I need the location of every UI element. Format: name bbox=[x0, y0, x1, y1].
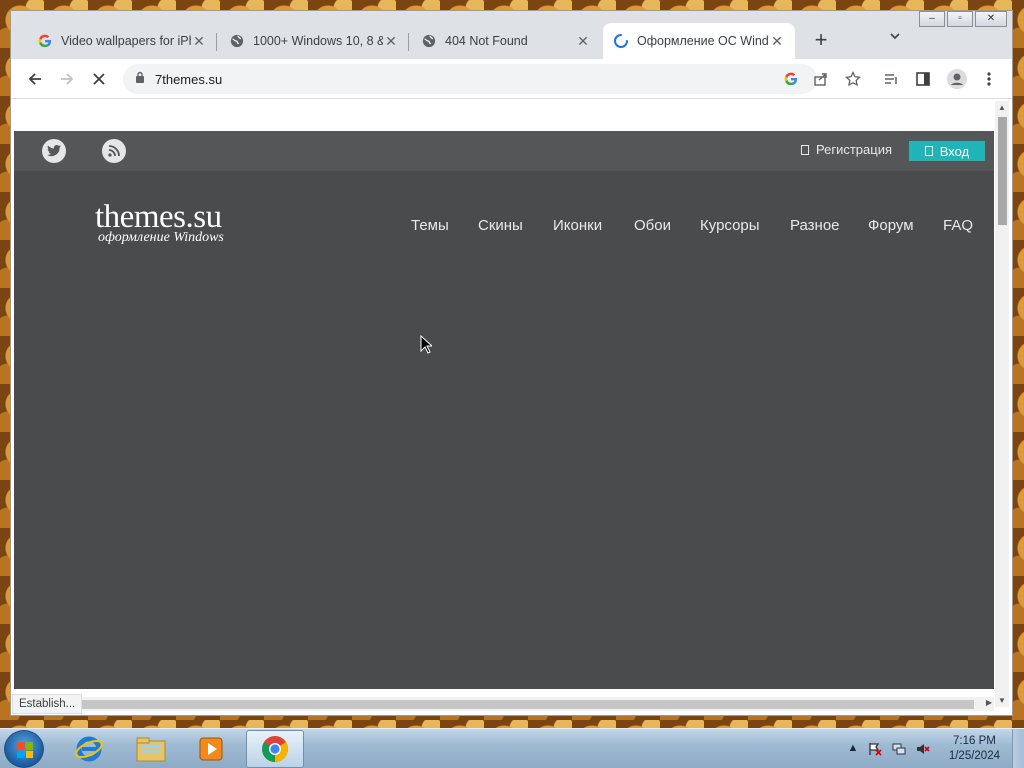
page-viewport: Регистрация Вход themes.su оформление Wi… bbox=[14, 101, 994, 689]
start-button[interactable] bbox=[4, 730, 44, 768]
volume-muted-icon[interactable] bbox=[916, 742, 930, 756]
google-g-icon[interactable] bbox=[779, 67, 803, 91]
tab-search-chevron-icon[interactable] bbox=[883, 29, 907, 53]
close-tab-icon[interactable]: ✕ bbox=[383, 33, 399, 50]
vertical-scroll-thumb[interactable] bbox=[998, 117, 1007, 225]
tab-separator bbox=[408, 33, 409, 51]
login-button[interactable]: Вход bbox=[909, 141, 985, 161]
side-panel-icon[interactable] bbox=[911, 67, 935, 91]
media-player-icon[interactable] bbox=[182, 730, 240, 768]
new-tab-button[interactable]: + bbox=[807, 27, 835, 55]
nav-item-temy[interactable]: Темы bbox=[411, 217, 449, 234]
nav-item-faq[interactable]: FAQ bbox=[943, 217, 973, 234]
nav-item-ikonki[interactable]: Иконки bbox=[553, 217, 602, 234]
tab-windows-themes[interactable]: 1000+ Windows 10, 8 & ✕ bbox=[219, 23, 409, 59]
minimize-button[interactable]: – bbox=[919, 11, 945, 27]
blank-strip bbox=[14, 101, 994, 131]
tab-strip: Video wallpapers for iPh ✕ 1000+ Windows… bbox=[11, 11, 1012, 59]
nav-item-raznoe[interactable]: Разное bbox=[790, 217, 840, 234]
globe-icon bbox=[229, 33, 245, 49]
close-window-button[interactable]: ✕ bbox=[975, 11, 1007, 27]
tab-404-not-found[interactable]: 404 Not Found ✕ bbox=[411, 23, 601, 59]
horizontal-scroll-thumb[interactable] bbox=[80, 700, 974, 709]
tab-title: Video wallpapers for iPh bbox=[61, 34, 191, 48]
stop-loading-icon[interactable] bbox=[87, 67, 111, 91]
action-center-flag-icon[interactable] bbox=[868, 742, 882, 756]
nav-item-kursory[interactable]: Курсоры bbox=[700, 217, 760, 234]
address-bar[interactable]: 7themes.su bbox=[123, 64, 817, 94]
close-tab-icon[interactable]: ✕ bbox=[191, 33, 207, 50]
horizontal-scrollbar[interactable]: ▶ bbox=[14, 697, 994, 711]
google-g-icon bbox=[37, 33, 53, 49]
scroll-down-icon[interactable]: ▼ bbox=[997, 696, 1007, 705]
back-arrow-icon[interactable] bbox=[23, 67, 47, 91]
nav-item-oboi[interactable]: Обои bbox=[634, 217, 671, 234]
vertical-scrollbar[interactable]: ▲ ▼ bbox=[995, 101, 1009, 707]
show-desktop-button[interactable] bbox=[1012, 729, 1024, 768]
login-icon bbox=[924, 146, 933, 156]
logo-sub-text: оформление Windows bbox=[98, 230, 224, 245]
profile-avatar-icon[interactable] bbox=[945, 67, 969, 91]
reading-list-icon[interactable] bbox=[879, 67, 903, 91]
taskbar: ▲ 7:16 PM 1/25/2024 bbox=[0, 728, 1024, 768]
url-text[interactable]: 7themes.su bbox=[155, 72, 222, 87]
scroll-up-icon[interactable]: ▲ bbox=[997, 103, 1007, 112]
file-explorer-icon[interactable] bbox=[122, 730, 180, 768]
network-icon[interactable] bbox=[892, 742, 906, 756]
nav-item-skiny[interactable]: Скины bbox=[478, 217, 523, 234]
user-icon bbox=[801, 144, 809, 155]
loading-spinner-icon bbox=[613, 33, 629, 49]
scroll-right-icon[interactable]: ▶ bbox=[986, 698, 992, 707]
site-topbar: Регистрация Вход bbox=[14, 131, 994, 171]
lock-icon[interactable] bbox=[135, 70, 145, 88]
clock[interactable]: 7:16 PM 1/25/2024 bbox=[949, 734, 1000, 764]
show-hidden-icons-icon[interactable]: ▲ bbox=[846, 742, 860, 756]
close-tab-icon[interactable]: ✕ bbox=[769, 33, 785, 50]
window-controls: – ▫ ✕ bbox=[917, 11, 1007, 29]
browser-window: Video wallpapers for iPh ✕ 1000+ Windows… bbox=[10, 10, 1013, 716]
tab-video-wallpapers[interactable]: Video wallpapers for iPh ✕ bbox=[27, 23, 217, 59]
kebab-menu-icon[interactable] bbox=[977, 67, 1001, 91]
register-label: Регистрация bbox=[816, 142, 892, 157]
globe-icon bbox=[421, 33, 437, 49]
register-link[interactable]: Регистрация bbox=[801, 142, 892, 157]
clock-date: 1/25/2024 bbox=[948, 750, 1000, 762]
site-logo[interactable]: themes.su оформление Windows bbox=[95, 199, 224, 246]
system-tray: ▲ 7:16 PM 1/25/2024 bbox=[824, 729, 1024, 768]
maximize-button[interactable]: ▫ bbox=[947, 11, 973, 27]
tab-title: 1000+ Windows 10, 8 & bbox=[253, 34, 383, 48]
nav-item-forum[interactable]: Форум bbox=[868, 217, 914, 234]
login-label: Вход bbox=[939, 143, 970, 159]
clock-time: 7:16 PM bbox=[953, 735, 996, 747]
internet-explorer-icon[interactable] bbox=[60, 730, 118, 768]
close-tab-icon[interactable]: ✕ bbox=[575, 33, 591, 50]
tab-oformlenie-os[interactable]: Оформление ОС Windo ✕ bbox=[603, 23, 795, 59]
windows-logo-icon bbox=[17, 742, 33, 758]
tab-title: 404 Not Found bbox=[445, 34, 528, 48]
chrome-icon[interactable] bbox=[246, 730, 304, 768]
mouse-pointer-icon bbox=[420, 334, 434, 359]
twitter-icon[interactable] bbox=[42, 139, 66, 163]
site-main: themes.su оформление Windows Темы Скины … bbox=[14, 171, 994, 689]
forward-arrow-icon[interactable] bbox=[55, 67, 79, 91]
tab-title: Оформление ОС Windo bbox=[637, 34, 769, 48]
browser-toolbar: 7themes.su bbox=[11, 59, 1012, 99]
status-bubble: Establish... bbox=[12, 694, 83, 714]
rss-icon[interactable] bbox=[102, 139, 126, 163]
bookmark-star-icon[interactable] bbox=[841, 67, 865, 91]
share-icon[interactable] bbox=[809, 67, 833, 91]
tab-separator bbox=[216, 33, 217, 51]
